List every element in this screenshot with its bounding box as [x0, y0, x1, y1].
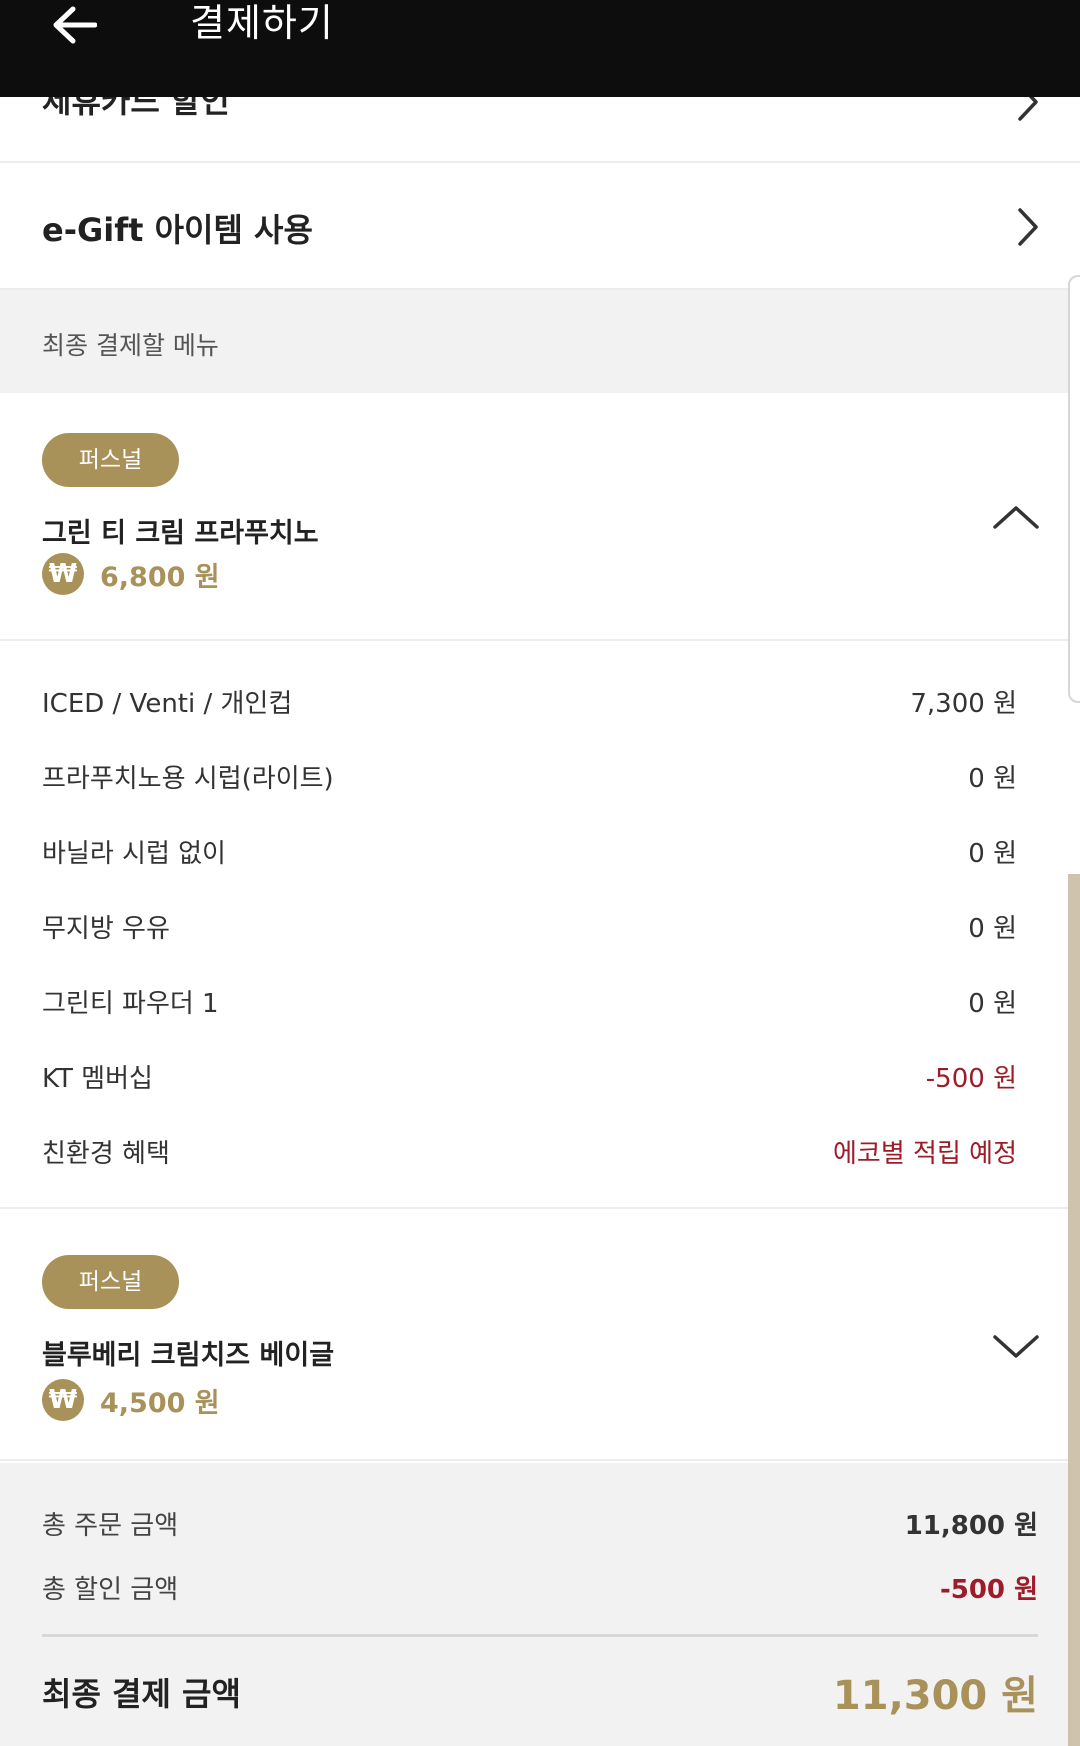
chevron-right-icon: [1018, 208, 1038, 246]
product-name: 블루베리 크림치즈 베이글: [42, 1340, 335, 1371]
option-label: 바닐라 시럽 없이: [42, 838, 226, 869]
payment-summary: 총 주문 금액 11,800 원 총 할인 금액 -500 원 최종 결제 금액…: [0, 1463, 1080, 1746]
final-amount-label: 최종 결제 금액: [42, 1675, 241, 1713]
option-value: 에코별 적립 예정: [833, 1138, 1017, 1169]
total-order-label: 총 주문 금액: [42, 1511, 179, 1541]
product-item[interactable]: 퍼스널 그린 티 크림 프라푸치노 ₩ 6,800 원: [0, 393, 1080, 641]
chevron-up-icon[interactable]: [992, 503, 1040, 531]
total-discount-row: 총 할인 금액 -500 원: [42, 1569, 1038, 1606]
total-order-value: 11,800 원: [904, 1511, 1038, 1541]
won-icon: ₩: [42, 1379, 84, 1421]
total-order-row: 총 주문 금액 11,800 원: [42, 1505, 1038, 1542]
arrow-left-icon: [53, 6, 97, 44]
chevron-down-icon[interactable]: [992, 1333, 1040, 1361]
option-row: 친환경 혜택 에코별 적립 예정: [42, 1131, 1017, 1171]
option-row: 프라푸치노용 시럽(라이트) 0 원: [42, 756, 1017, 796]
product-price: ₩ 4,500 원: [42, 1379, 220, 1421]
summary-divider: [42, 1634, 1038, 1637]
option-value: 7,300 원: [910, 688, 1017, 719]
option-value: 0 원: [968, 988, 1017, 1019]
option-value: 0 원: [968, 763, 1017, 794]
option-label: KT 멤버십: [42, 1063, 153, 1094]
scrollbar-thumb[interactable]: [1068, 874, 1080, 1746]
product-item[interactable]: 퍼스널 블루베리 크림치즈 베이글 ₩ 4,500 원: [0, 1211, 1080, 1461]
option-row: 바닐라 시럽 없이 0 원: [42, 831, 1017, 871]
page-title: 결제하기: [190, 1, 334, 45]
option-row: KT 멤버십 -500 원: [42, 1056, 1017, 1096]
final-amount-row: 최종 결제 금액 11,300 원: [42, 1663, 1038, 1721]
product-price-value: 4,500 원: [100, 1387, 220, 1419]
won-icon: ₩: [42, 553, 84, 595]
option-row: 그린티 파우더 1 0 원: [42, 981, 1017, 1021]
option-label: 무지방 우유: [42, 913, 170, 944]
option-label: ICED / Venti / 개인컵: [42, 688, 293, 719]
option-label: 친환경 혜택: [42, 1138, 170, 1169]
payment-page: 결제하기 제휴카드 할인 e-Gift 아이템 사용 최종 결제할 메뉴 퍼스널…: [0, 0, 1080, 1746]
product-price: ₩ 6,800 원: [42, 553, 220, 595]
section-title: 최종 결제할 메뉴: [42, 331, 219, 360]
option-row: ICED / Venti / 개인컵 7,300 원: [42, 681, 1017, 721]
app-bar: 결제하기: [0, 0, 1080, 97]
product-name: 그린 티 크림 프라푸치노: [42, 518, 319, 549]
option-value: 0 원: [968, 838, 1017, 869]
option-label: 프라푸치노용 시럽(라이트): [42, 763, 334, 794]
product-price-value: 6,800 원: [100, 561, 220, 593]
option-value: 0 원: [968, 913, 1017, 944]
option-label: 그린티 파우더 1: [42, 988, 219, 1019]
option-value: -500 원: [925, 1063, 1017, 1094]
personal-badge: 퍼스널: [42, 433, 179, 487]
egift-label: e-Gift 아이템 사용: [42, 211, 313, 249]
personal-badge: 퍼스널: [42, 1255, 179, 1309]
section-header: 최종 결제할 메뉴: [0, 290, 1080, 393]
total-discount-label: 총 할인 금액: [42, 1575, 179, 1605]
total-discount-value: -500 원: [939, 1575, 1038, 1605]
product-options: ICED / Venti / 개인컵 7,300 원 프라푸치노용 시럽(라이트…: [0, 643, 1080, 1209]
scrollbar-track[interactable]: [1068, 275, 1080, 703]
egift-row[interactable]: e-Gift 아이템 사용: [0, 163, 1080, 290]
final-amount-value: 11,300 원: [832, 1673, 1038, 1719]
back-button[interactable]: [44, 0, 104, 50]
option-row: 무지방 우유 0 원: [42, 906, 1017, 946]
